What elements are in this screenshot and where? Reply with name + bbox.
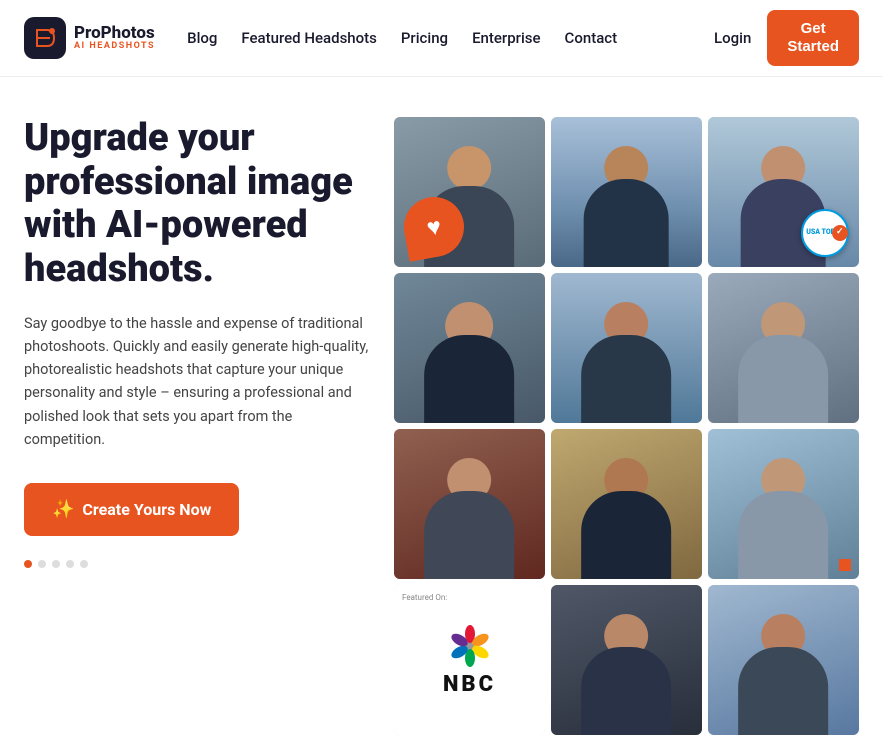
nav-contact[interactable]: Contact xyxy=(565,29,618,47)
dot-5 xyxy=(80,560,88,568)
get-started-button[interactable]: GetStarted xyxy=(767,10,859,66)
logo[interactable]: ProPhotos AI HEADSHOTS xyxy=(24,17,155,59)
nbc-text: NBC xyxy=(443,672,496,697)
usa-today-badge: USA TODAY ✓ xyxy=(801,209,849,257)
nav-pricing[interactable]: Pricing xyxy=(401,29,448,47)
headshot-photo-12 xyxy=(708,585,859,735)
dot-4 xyxy=(66,560,74,568)
nav-enterprise[interactable]: Enterprise xyxy=(472,29,540,47)
main-nav: Blog Featured Headshots Pricing Enterpri… xyxy=(187,29,682,47)
headshot-photo-4 xyxy=(394,273,545,423)
headshot-photo-3: USA TODAY ✓ xyxy=(708,117,859,267)
dot-1 xyxy=(24,560,32,568)
headshot-photo-nbc: Featured On: NBC xyxy=(394,585,545,735)
headshots-grid: ♥ USA TODAY ✓ xyxy=(394,117,859,735)
nav-blog[interactable]: Blog xyxy=(187,29,217,47)
header-right: Login GetStarted xyxy=(714,10,859,66)
featured-on-label: Featured On: xyxy=(402,593,447,602)
login-link[interactable]: Login xyxy=(714,29,751,47)
dot-indicators xyxy=(24,560,374,568)
nav-featured-headshots[interactable]: Featured Headshots xyxy=(241,29,376,47)
nbc-peacock-icon xyxy=(444,624,496,668)
headshot-photo-1: ♥ xyxy=(394,117,545,267)
hero-title: Upgrade your professional image with AI-… xyxy=(24,117,374,292)
checkmark-icon: ✓ xyxy=(832,225,848,241)
logo-text: ProPhotos AI HEADSHOTS xyxy=(74,24,155,53)
dot-3 xyxy=(52,560,60,568)
site-header: ProPhotos AI HEADSHOTS Blog Featured Hea… xyxy=(0,0,883,77)
logo-icon xyxy=(24,17,66,59)
headshot-photo-8 xyxy=(551,429,702,579)
hero-description: Say goodbye to the hassle and expense of… xyxy=(24,312,374,451)
indicator-dot xyxy=(839,559,851,571)
create-yours-now-button[interactable]: ✨ Create Yours Now xyxy=(24,483,239,536)
headshot-photo-7 xyxy=(394,429,545,579)
wand-icon: ✨ xyxy=(52,499,74,520)
headshot-photo-9 xyxy=(708,429,859,579)
main-content: Upgrade your professional image with AI-… xyxy=(0,77,883,755)
hero-left: Upgrade your professional image with AI-… xyxy=(24,117,374,568)
headshot-photo-6 xyxy=(708,273,859,423)
headshot-photo-11 xyxy=(551,585,702,735)
headshot-photo-5 xyxy=(551,273,702,423)
dot-2 xyxy=(38,560,46,568)
headshot-photo-2 xyxy=(551,117,702,267)
